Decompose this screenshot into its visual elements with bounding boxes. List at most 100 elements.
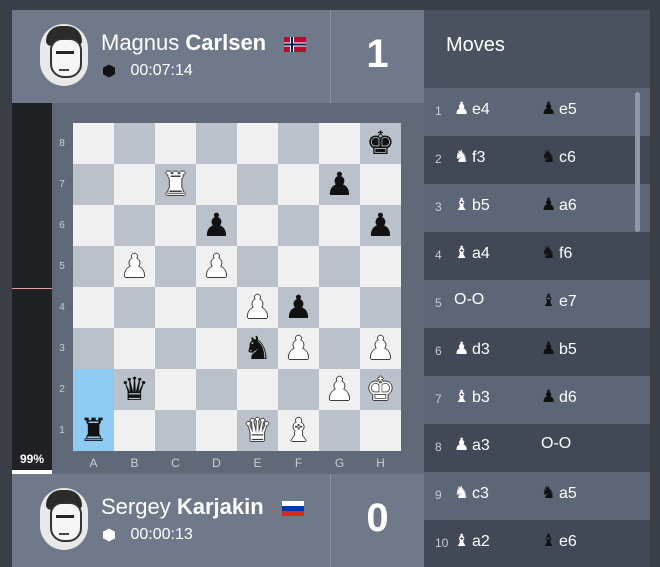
move-row[interactable]: 8 ♟ a3 O-O bbox=[424, 424, 650, 472]
square-f3[interactable]: ♟ bbox=[278, 328, 319, 369]
square-f2[interactable] bbox=[278, 369, 319, 410]
square-h7[interactable] bbox=[360, 164, 401, 205]
square-a2[interactable] bbox=[73, 369, 114, 410]
square-d6[interactable]: ♟ bbox=[196, 205, 237, 246]
square-c6[interactable] bbox=[155, 205, 196, 246]
square-f6[interactable] bbox=[278, 205, 319, 246]
square-c1[interactable] bbox=[155, 410, 196, 451]
square-g2[interactable]: ♟ bbox=[319, 369, 360, 410]
square-a4[interactable] bbox=[73, 287, 114, 328]
black-rook-icon[interactable]: ♜ bbox=[73, 410, 114, 451]
square-h5[interactable] bbox=[360, 246, 401, 287]
square-e7[interactable] bbox=[237, 164, 278, 205]
black-move[interactable]: ♞ a5 bbox=[541, 483, 577, 503]
white-pawn-icon[interactable]: ♟ bbox=[114, 246, 155, 287]
square-c4[interactable] bbox=[155, 287, 196, 328]
white-move[interactable]: ♝ a4 bbox=[454, 243, 490, 263]
move-row[interactable]: 7 ♝ b3 ♟ d6 bbox=[424, 376, 650, 424]
square-h6[interactable]: ♟ bbox=[360, 205, 401, 246]
black-move[interactable]: ♞ c6 bbox=[541, 147, 576, 167]
square-b2[interactable]: ♛ bbox=[114, 369, 155, 410]
move-row[interactable]: 5 O-O ♝ e7 bbox=[424, 280, 650, 328]
square-a5[interactable] bbox=[73, 246, 114, 287]
black-move[interactable]: ♟ b5 bbox=[541, 339, 577, 359]
square-f7[interactable] bbox=[278, 164, 319, 205]
square-b8[interactable] bbox=[114, 123, 155, 164]
black-move[interactable]: ♟ d6 bbox=[541, 387, 577, 407]
black-move[interactable]: ♝ e6 bbox=[541, 531, 577, 551]
black-move[interactable]: ♝ e7 bbox=[541, 291, 577, 311]
black-move[interactable]: ♟ e5 bbox=[541, 99, 577, 119]
square-f8[interactable] bbox=[278, 123, 319, 164]
square-f1[interactable]: ♝ bbox=[278, 410, 319, 451]
square-e4[interactable]: ♟ bbox=[237, 287, 278, 328]
square-g7[interactable]: ♟ bbox=[319, 164, 360, 205]
square-g6[interactable] bbox=[319, 205, 360, 246]
move-row[interactable]: 4 ♝ a4 ♞ f6 bbox=[424, 232, 650, 280]
square-d4[interactable] bbox=[196, 287, 237, 328]
move-row[interactable]: 1 ♟ e4 ♟ e5 bbox=[424, 88, 650, 136]
square-d8[interactable] bbox=[196, 123, 237, 164]
square-b5[interactable]: ♟ bbox=[114, 246, 155, 287]
white-move[interactable]: ♞ c3 bbox=[454, 483, 489, 503]
white-pawn-icon[interactable]: ♟ bbox=[319, 369, 360, 410]
square-c8[interactable] bbox=[155, 123, 196, 164]
move-row[interactable]: 2 ♞ f3 ♞ c6 bbox=[424, 136, 650, 184]
white-move[interactable]: ♝ b3 bbox=[454, 387, 490, 407]
black-pawn-icon[interactable]: ♟ bbox=[196, 205, 237, 246]
black-king-icon[interactable]: ♚ bbox=[360, 123, 401, 164]
white-pawn-icon[interactable]: ♟ bbox=[196, 246, 237, 287]
white-pawn-icon[interactable]: ♟ bbox=[237, 287, 278, 328]
square-f5[interactable] bbox=[278, 246, 319, 287]
white-move[interactable]: ♝ a2 bbox=[454, 531, 490, 551]
move-row[interactable]: 9 ♞ c3 ♞ a5 bbox=[424, 472, 650, 520]
white-bishop-icon[interactable]: ♝ bbox=[278, 410, 319, 451]
square-e3[interactable]: ♞ bbox=[237, 328, 278, 369]
white-move[interactable]: O-O bbox=[454, 291, 484, 309]
square-b3[interactable] bbox=[114, 328, 155, 369]
black-pawn-icon[interactable]: ♟ bbox=[360, 205, 401, 246]
black-queen-icon[interactable]: ♛ bbox=[114, 369, 155, 410]
white-move[interactable]: ♟ a3 bbox=[454, 435, 490, 455]
square-e8[interactable] bbox=[237, 123, 278, 164]
square-a7[interactable] bbox=[73, 164, 114, 205]
black-move[interactable]: O-O bbox=[541, 435, 571, 453]
square-e1[interactable]: ♛ bbox=[237, 410, 278, 451]
square-b1[interactable] bbox=[114, 410, 155, 451]
square-e5[interactable] bbox=[237, 246, 278, 287]
black-move[interactable]: ♟ a6 bbox=[541, 195, 577, 215]
square-c3[interactable] bbox=[155, 328, 196, 369]
chess-board[interactable]: ♚ ♜ ♟ ♟ ♟ ♟ ♟ ♟ ♟ ♞ ♟ ♟ ♛ ♟ ♚ ♜ ♛ ♝ bbox=[73, 123, 401, 451]
square-f4[interactable]: ♟ bbox=[278, 287, 319, 328]
square-c2[interactable] bbox=[155, 369, 196, 410]
square-g5[interactable] bbox=[319, 246, 360, 287]
square-d2[interactable] bbox=[196, 369, 237, 410]
white-rook-icon[interactable]: ♜ bbox=[155, 164, 196, 205]
white-move[interactable]: ♞ f3 bbox=[454, 147, 485, 167]
square-h2[interactable]: ♚ bbox=[360, 369, 401, 410]
square-h8[interactable]: ♚ bbox=[360, 123, 401, 164]
square-g3[interactable] bbox=[319, 328, 360, 369]
square-d7[interactable] bbox=[196, 164, 237, 205]
square-h1[interactable] bbox=[360, 410, 401, 451]
white-move[interactable]: ♝ b5 bbox=[454, 195, 490, 215]
square-b4[interactable] bbox=[114, 287, 155, 328]
square-g4[interactable] bbox=[319, 287, 360, 328]
black-move[interactable]: ♞ f6 bbox=[541, 243, 572, 263]
square-a6[interactable] bbox=[73, 205, 114, 246]
square-d5[interactable]: ♟ bbox=[196, 246, 237, 287]
square-a1[interactable]: ♜ bbox=[73, 410, 114, 451]
square-h3[interactable]: ♟ bbox=[360, 328, 401, 369]
white-queen-icon[interactable]: ♛ bbox=[237, 410, 278, 451]
white-move[interactable]: ♟ e4 bbox=[454, 99, 490, 119]
move-row[interactable]: 6 ♟ d3 ♟ b5 bbox=[424, 328, 650, 376]
move-row[interactable]: 3 ♝ b5 ♟ a6 bbox=[424, 184, 650, 232]
square-b6[interactable] bbox=[114, 205, 155, 246]
black-knight-icon[interactable]: ♞ bbox=[237, 328, 278, 369]
square-d3[interactable] bbox=[196, 328, 237, 369]
move-row[interactable]: 10 ♝ a2 ♝ e6 bbox=[424, 520, 650, 567]
square-a3[interactable] bbox=[73, 328, 114, 369]
white-king-icon[interactable]: ♚ bbox=[360, 369, 401, 410]
moves-scrollbar[interactable] bbox=[635, 92, 640, 232]
white-move[interactable]: ♟ d3 bbox=[454, 339, 490, 359]
